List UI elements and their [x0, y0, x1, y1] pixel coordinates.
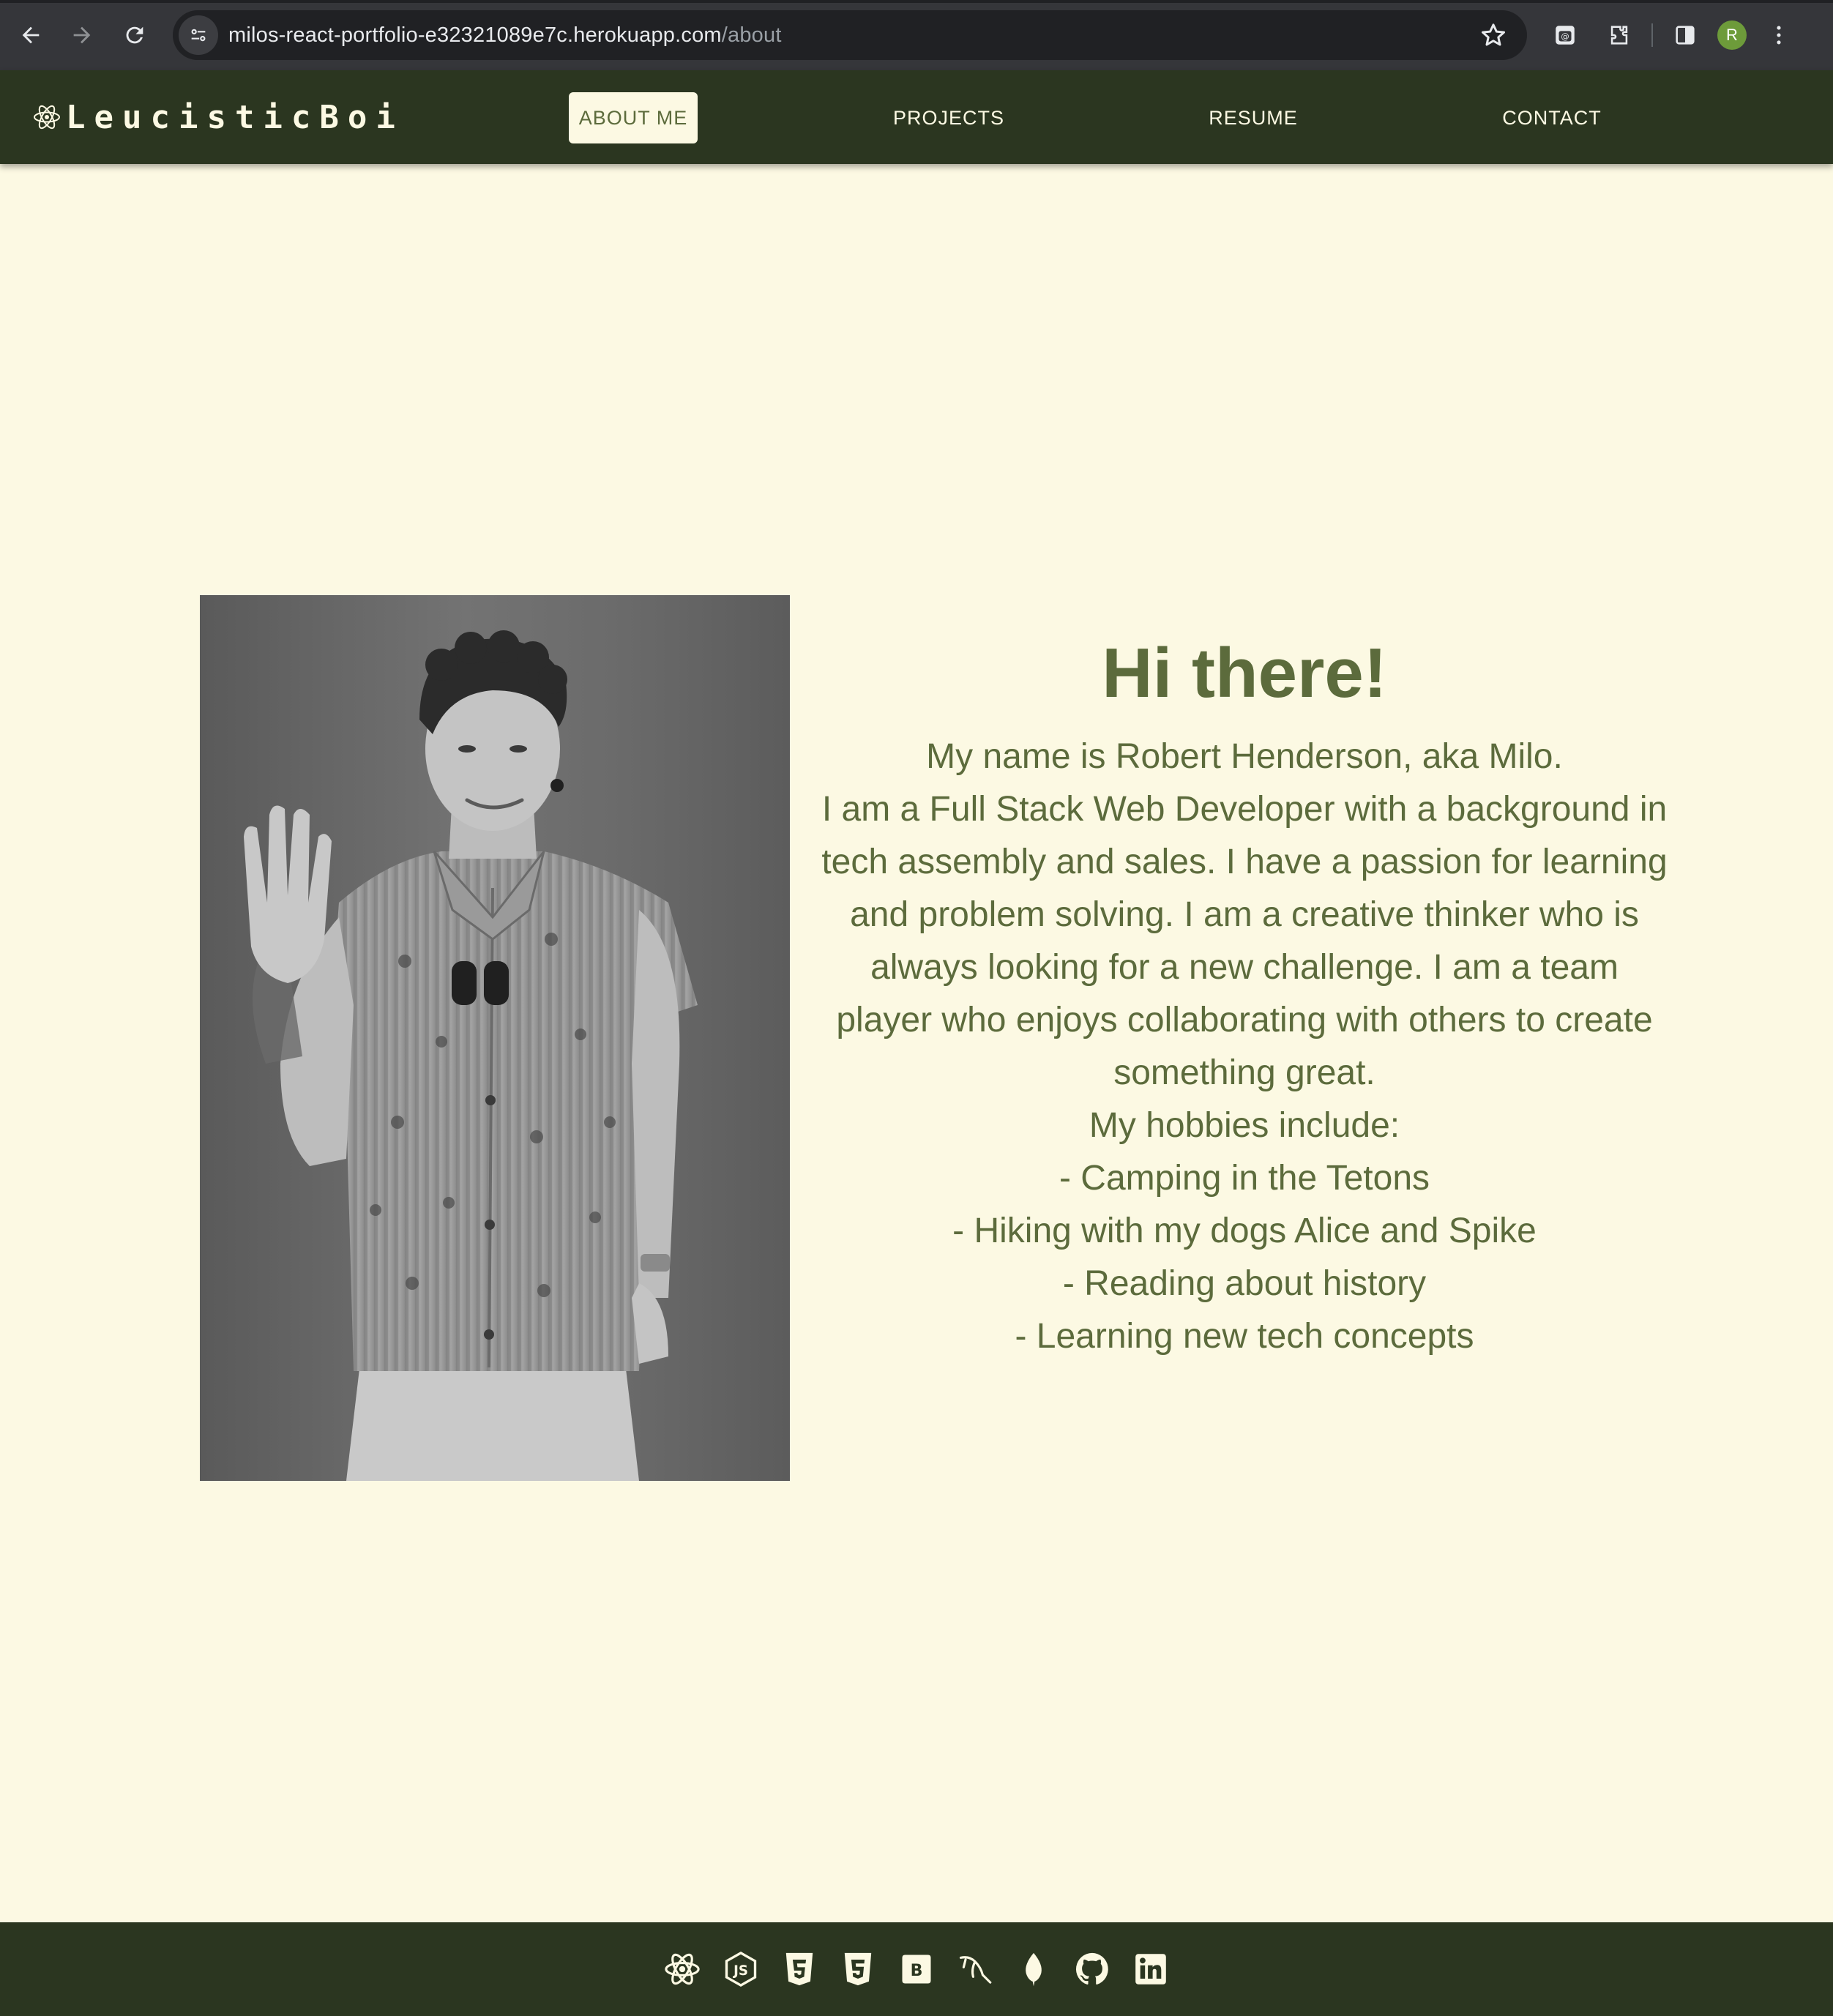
site-info-button[interactable] [179, 15, 218, 55]
react-atom-icon [34, 105, 60, 130]
forward-button[interactable] [61, 15, 102, 56]
linkedin-icon[interactable] [1130, 1949, 1171, 1990]
password-manager-icon: @ [1556, 26, 1575, 45]
toolbar-separator [1651, 23, 1653, 47]
url-path: /about [721, 23, 782, 47]
bootstrap-icon: B [896, 1949, 937, 1990]
reload-button[interactable] [114, 15, 155, 56]
hobby-item: - Learning new tech concepts [1015, 1317, 1474, 1356]
react-icon [662, 1949, 703, 1990]
nodejs-icon: JS [720, 1949, 761, 1990]
address-bar[interactable]: milos-react-portfolio-e32321089e7c.herok… [173, 10, 1527, 60]
portrait-photo [200, 595, 790, 1481]
site-footer: JS B [0, 1922, 1833, 2016]
profile-button[interactable]: R [1706, 20, 1758, 50]
extensions-button[interactable] [1599, 15, 1640, 56]
brand-name: LeucisticBoi [66, 98, 404, 136]
side-panel-button[interactable] [1665, 15, 1706, 56]
brand-logo[interactable]: LeucisticBoi [32, 94, 404, 141]
more-menu-button[interactable] [1758, 15, 1799, 56]
svg-text:B: B [911, 1961, 923, 1980]
nav-projects[interactable]: PROJECTS [876, 92, 1022, 143]
hobby-item: - Reading about history [1062, 1264, 1427, 1303]
url-text[interactable]: milos-react-portfolio-e32321089e7c.herok… [228, 23, 782, 48]
hobby-item: - Hiking with my dogs Alice and Spike [952, 1212, 1537, 1250]
profile-avatar: R [1717, 20, 1747, 50]
hobbies-list: - Camping in the Tetons - Hiking with my… [820, 1152, 1669, 1363]
css3-icon [837, 1949, 878, 1990]
back-icon [22, 26, 40, 44]
password-manager-button[interactable]: @ [1545, 15, 1586, 56]
site-navbar: LeucisticBoi ABOUT ME PROJECTS RESUME CO… [0, 70, 1833, 164]
portrait-illustration [244, 630, 698, 1481]
bio-intro: My name is Robert Henderson, aka Milo. [926, 737, 1563, 776]
about-heading: Hi there! [1102, 634, 1387, 712]
nav-resume[interactable]: RESUME [1180, 92, 1326, 143]
bookmark-button[interactable] [1479, 20, 1508, 50]
extensions-icon [1610, 26, 1628, 45]
site-info-icon [191, 29, 206, 42]
reload-icon [126, 26, 143, 44]
nav-about-me[interactable]: ABOUT ME [569, 92, 698, 143]
more-menu-icon [1777, 26, 1781, 45]
hobbies-heading: My hobbies include: [1089, 1106, 1400, 1145]
forward-icon [73, 26, 91, 44]
side-panel-icon [1676, 26, 1695, 45]
github-icon[interactable] [1072, 1949, 1113, 1990]
mysql-icon [955, 1949, 996, 1990]
html5-icon [779, 1949, 820, 1990]
about-section: Hi there! My name is Robert Henderson, a… [820, 622, 1669, 1363]
browser-toolbar: milos-react-portfolio-e32321089e7c.herok… [0, 0, 1833, 70]
nav-contact[interactable]: CONTACT [1479, 92, 1625, 143]
svg-text:@: @ [1561, 31, 1569, 42]
bookmark-star-icon [1482, 23, 1505, 46]
url-host: milos-react-portfolio-e32321089e7c.herok… [228, 23, 722, 47]
about-bio: My name is Robert Henderson, aka Milo. I… [820, 731, 1669, 1363]
mongodb-icon [1013, 1949, 1054, 1990]
bio-paragraph: I am a Full Stack Web Developer with a b… [821, 790, 1668, 1092]
hobby-item: - Camping in the Tetons [1059, 1159, 1430, 1198]
back-button[interactable] [10, 15, 51, 56]
tab-strip-edge [0, 0, 1833, 3]
svg-text:JS: JS [732, 1963, 748, 1979]
